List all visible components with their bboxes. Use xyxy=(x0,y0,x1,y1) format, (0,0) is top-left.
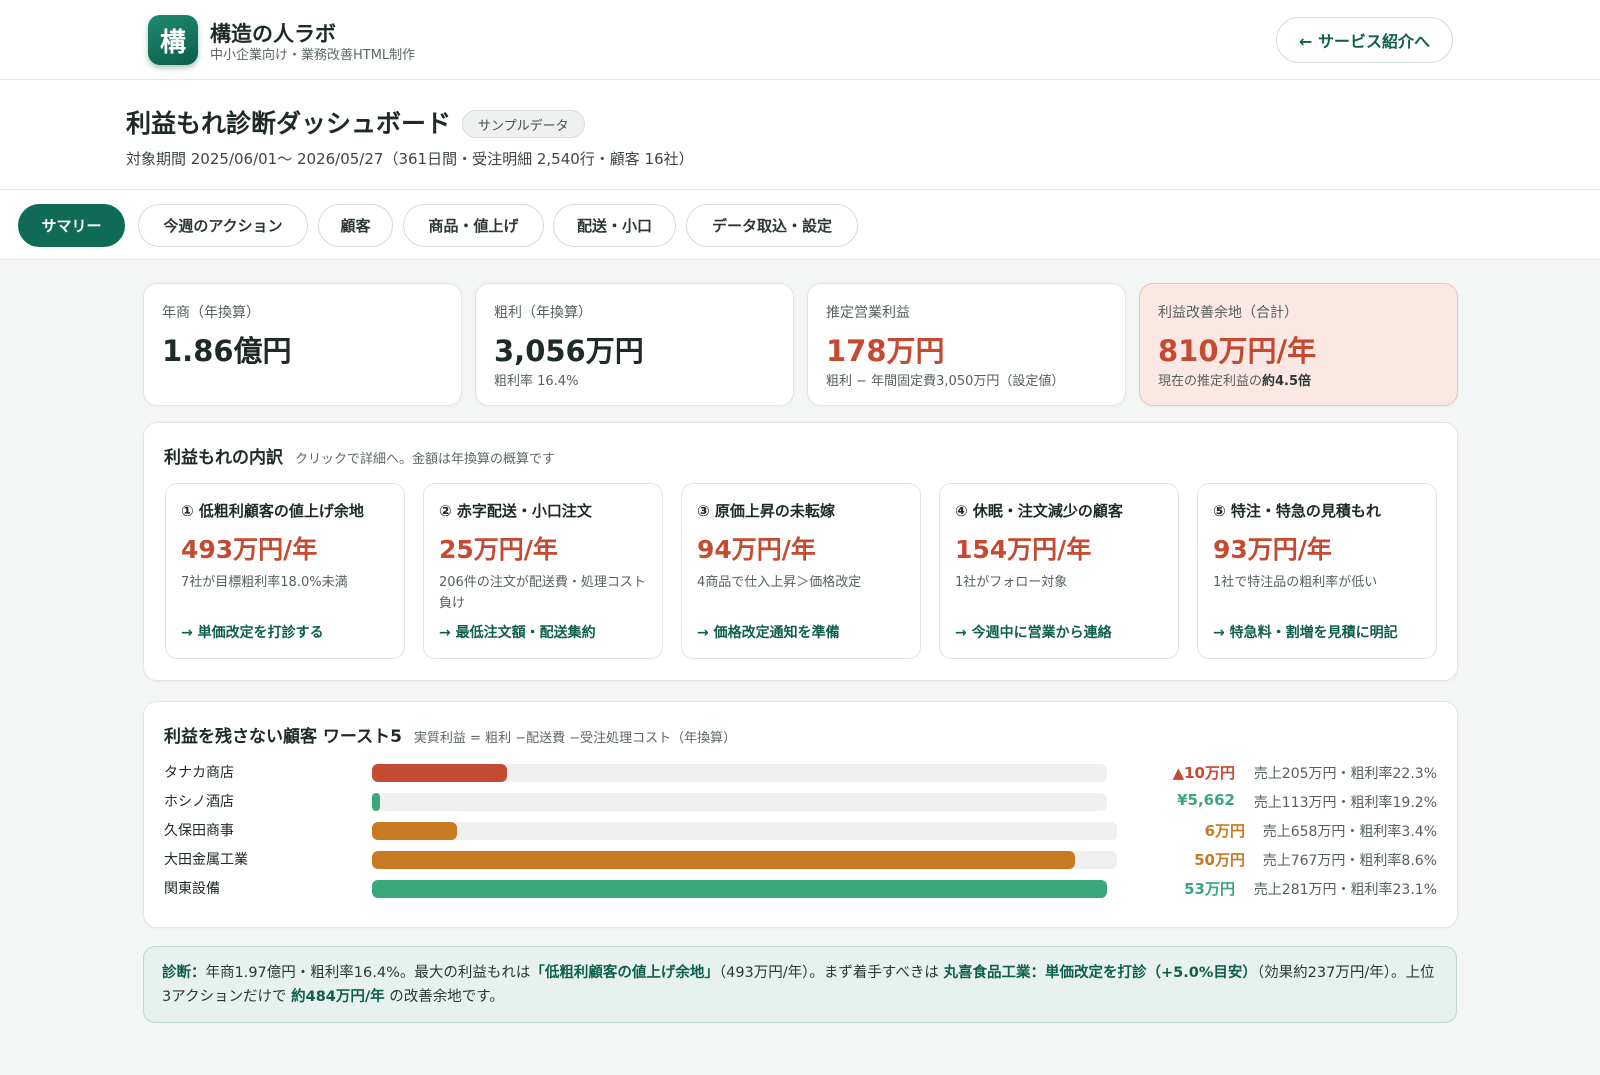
sample-data-badge: サンプルデータ xyxy=(462,110,585,138)
leak-desc: 1社がフォロー対象 xyxy=(955,575,1068,590)
profit-bar-track xyxy=(372,793,1107,811)
customer-name[interactable]: 関東設備 xyxy=(164,878,220,898)
tab-bar: サマリー 今週のアクション 顧客 商品・値上げ 配送・小口 データ取込・設定 xyxy=(0,190,1600,260)
kpi-label: 利益改善余地（合計） xyxy=(1158,305,1298,321)
period-text: 対象期間 2025/06/01〜 2026/05/27（361日間・受注明細 2… xyxy=(126,150,694,168)
customer-meta: 売上281万円・粗利率23.1% xyxy=(1253,882,1437,898)
leak-card-cost-increase[interactable]: ③ 原価上昇の未転嫁 94万円/年 4商品で仕入上昇＞価格改定 → 価格改定通知… xyxy=(681,483,921,659)
customer-name[interactable]: 大田金属工業 xyxy=(164,849,248,869)
leak-title: ④ 休眠・注文減少の顧客 xyxy=(955,502,1123,520)
leak-title: ② 赤字配送・小口注文 xyxy=(439,502,592,520)
tab-data-import-settings[interactable]: データ取込・設定 xyxy=(686,204,858,247)
leak-card-dormant-customers[interactable]: ④ 休眠・注文減少の顧客 154万円/年 1社がフォロー対象 → 今週中に営業か… xyxy=(939,483,1179,659)
diagnosis-highlight: 約484万円/年 xyxy=(291,989,385,1005)
leak-desc: 1社で特注品の粗利率が低い xyxy=(1213,575,1378,590)
customer-name[interactable]: タナカ商店 xyxy=(164,762,234,782)
leak-value: 93万円/年 xyxy=(1213,535,1332,564)
kpi-sub: 現在の推定利益の約4.5倍 xyxy=(1158,370,1311,389)
diagnosis-highlight: 「低粗利顧客の値上げ余地」 xyxy=(530,965,719,981)
leak-action-link[interactable]: → 単価改定を打診する xyxy=(181,622,324,642)
profit-bar xyxy=(372,880,1107,898)
kpi-sub-prefix: 現在の推定利益の xyxy=(1158,374,1263,389)
diagnosis-label: 診断： xyxy=(162,965,206,981)
profit-bar xyxy=(372,822,457,840)
back-to-services-button[interactable]: ← サービス紹介へ xyxy=(1276,17,1453,63)
leak-value: 25万円/年 xyxy=(439,535,558,564)
profit-value: 50万円 xyxy=(1194,851,1245,869)
worst-5-customers: 利益を残さない顧客 ワースト5 実質利益 = 粗利 −配送費 −受注処理コスト（年… xyxy=(143,701,1458,928)
profit-value: 53万円 xyxy=(1184,880,1235,898)
profit-bar-track xyxy=(372,851,1117,869)
profit-leak-breakdown: 利益もれの内訳 クリックで詳細へ。金額は年換算の概算です ① 低粗利顧客の値上げ余… xyxy=(143,422,1458,681)
kpi-value: 178万円 xyxy=(826,334,945,368)
leak-card-custom-order-quotes[interactable]: ⑤ 特注・特急の見積もれ 93万円/年 1社で特注品の粗利率が低い → 特急料・… xyxy=(1197,483,1437,659)
customer-name[interactable]: ホシノ酒店 xyxy=(164,791,234,811)
kpi-label: 年商（年換算） xyxy=(162,305,260,321)
tab-shipping-small-orders[interactable]: 配送・小口 xyxy=(553,204,676,247)
leak-desc: 206件の注文が配送費・処理コスト負け xyxy=(439,575,646,611)
leak-action-link[interactable]: → 特急料・割増を見積に明記 xyxy=(1213,622,1398,642)
kpi-card-gross-profit: 粗利（年換算） 3,056万円 粗利率 16.4% xyxy=(475,283,794,406)
kpi-label: 粗利（年換算） xyxy=(494,305,592,321)
diagnosis-text: 年商1.97億円・粗利率16.4%。最大の利益もれは xyxy=(205,965,531,981)
profit-value: ▲10万円 xyxy=(1172,764,1235,782)
brand-logo-char: 構 xyxy=(159,27,186,58)
customer-meta: 売上658万円・粗利率3.4% xyxy=(1262,824,1437,840)
customer-meta: 売上205万円・粗利率22.3% xyxy=(1253,766,1437,782)
kpi-sub: 粗利 − 年間固定費3,050万円（設定値） xyxy=(826,374,1065,389)
diagnosis-highlight: 丸喜食品工業：単価改定を打診（+5.0%目安） xyxy=(943,965,1257,981)
kpi-card-operating-profit: 推定営業利益 178万円 粗利 − 年間固定費3,050万円（設定値） xyxy=(807,283,1126,406)
profit-bar-track xyxy=(372,880,1107,898)
tab-summary[interactable]: サマリー xyxy=(18,204,125,247)
leak-value: 493万円/年 xyxy=(181,535,318,564)
brand-logo[interactable]: 構 xyxy=(148,15,198,65)
leak-action-link[interactable]: → 価格改定通知を準備 xyxy=(697,622,840,642)
leak-desc: 4商品で仕入上昇＞価格改定 xyxy=(697,575,862,590)
diagnosis-text: （493万円/年）。まず着手すべきは xyxy=(718,965,944,981)
customer-meta: 売上113万円・粗利率19.2% xyxy=(1253,795,1437,811)
leak-card-low-margin-customers[interactable]: ① 低粗利顧客の値上げ余地 493万円/年 7社が目標粗利率18.0%未満 → … xyxy=(165,483,405,659)
kpi-value: 3,056万円 xyxy=(494,334,644,368)
profit-bar-track xyxy=(372,764,1107,782)
kpi-value: 1.86億円 xyxy=(162,334,292,368)
leak-action-link[interactable]: → 今週中に営業から連絡 xyxy=(955,622,1112,642)
leak-title: ⑤ 特注・特急の見積もれ xyxy=(1213,502,1381,520)
customer-name[interactable]: 久保田商事 xyxy=(164,820,234,840)
diagnosis-text: の改善余地です。 xyxy=(384,989,504,1005)
diagnosis-box: 診断：年商1.97億円・粗利率16.4%。最大の利益もれは「低粗利顧客の値上げ余… xyxy=(143,946,1457,1023)
worst-title: 利益を残さない顧客 ワースト5 xyxy=(164,727,402,747)
section-title: 利益を残さない顧客 ワースト5 実質利益 = 粗利 −配送費 −受注処理コスト（年… xyxy=(164,722,736,747)
kpi-label: 推定営業利益 xyxy=(826,305,910,321)
profit-bar xyxy=(372,764,507,782)
leak-desc: 7社が目標粗利率18.0%未満 xyxy=(181,575,348,590)
profit-bar xyxy=(372,793,380,811)
leak-card-loss-shipping[interactable]: ② 赤字配送・小口注文 25万円/年 206件の注文が配送費・処理コスト負け →… xyxy=(423,483,663,659)
page-header: 利益もれ診断ダッシュボード サンプルデータ 対象期間 2025/06/01〜 2… xyxy=(0,80,1600,190)
tab-products-pricing[interactable]: 商品・値上げ xyxy=(403,204,544,247)
profit-bar xyxy=(372,851,1075,869)
tab-weekly-actions[interactable]: 今週のアクション xyxy=(138,204,308,247)
leak-title: ① 低粗利顧客の値上げ余地 xyxy=(181,502,364,520)
breakdown-title: 利益もれの内訳 xyxy=(164,448,283,468)
worst-note: 実質利益 = 粗利 −配送費 −受注処理コスト（年換算） xyxy=(413,731,737,746)
page-title: 利益もれ診断ダッシュボード xyxy=(126,109,452,138)
kpi-value: 810万円/年 xyxy=(1158,334,1317,368)
breakdown-note: クリックで詳細へ。金額は年換算の概算です xyxy=(295,452,556,467)
kpi-card-improvement-potential: 利益改善余地（合計） 810万円/年 現在の推定利益の約4.5倍 xyxy=(1139,283,1458,406)
leak-value: 154万円/年 xyxy=(955,535,1092,564)
leak-action-link[interactable]: → 最低注文額・配送集約 xyxy=(439,622,596,642)
customer-meta: 売上767万円・粗利率8.6% xyxy=(1262,853,1437,869)
brand-subtitle: 中小企業向け・業務改善HTML制作 xyxy=(210,48,416,63)
kpi-sub: 粗利率 16.4% xyxy=(494,374,579,389)
top-bar: 構 構造の人ラボ 中小企業向け・業務改善HTML制作 ← サービス紹介へ xyxy=(0,0,1600,80)
section-title: 利益もれの内訳 クリックで詳細へ。金額は年換算の概算です xyxy=(164,443,555,468)
profit-value: 6万円 xyxy=(1204,822,1245,840)
kpi-sub-strong: 約4.5倍 xyxy=(1262,374,1312,389)
leak-value: 94万円/年 xyxy=(697,535,816,564)
profit-value: ¥5,662 xyxy=(1177,791,1235,809)
tab-customers[interactable]: 顧客 xyxy=(318,204,393,247)
kpi-card-annual-sales: 年商（年換算） 1.86億円 xyxy=(143,283,462,406)
leak-title: ③ 原価上昇の未転嫁 xyxy=(697,502,835,520)
profit-bar-track xyxy=(372,822,1117,840)
